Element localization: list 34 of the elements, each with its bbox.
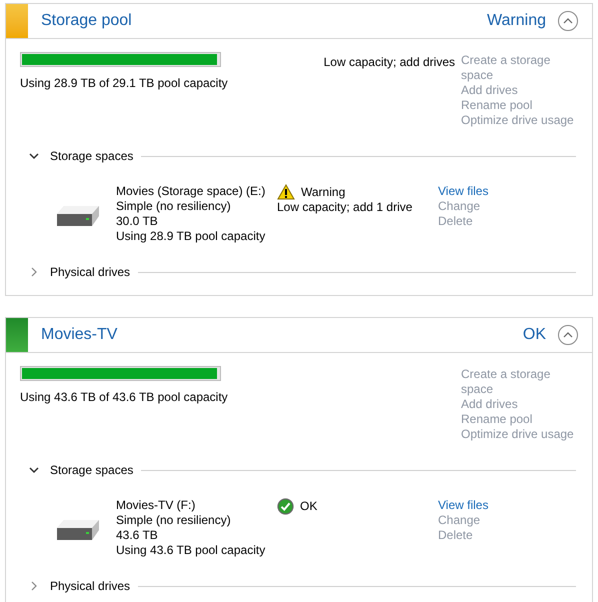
collapse-button[interactable]	[558, 325, 578, 345]
space-type: Simple (no resiliency)	[116, 513, 232, 528]
pool-title: Movies-TV	[41, 325, 118, 345]
space-type: Simple (no resiliency)	[116, 199, 232, 214]
space-name: Movies (Storage space) (E:)	[116, 184, 266, 199]
action-link[interactable]: View files	[438, 184, 488, 199]
section-heading: Physical drives	[50, 264, 130, 281]
capacity-text: Using 43.6 TB of 43.6 TB pool capacity	[20, 389, 228, 406]
action-link[interactable]: View files	[438, 498, 488, 513]
space-size: 43.6 TB	[116, 528, 159, 543]
section-heading: Physical drives	[50, 578, 130, 595]
section-heading: Storage spaces	[50, 462, 134, 479]
space-size: 30.0 TB	[116, 214, 159, 229]
space-status: OK	[300, 499, 318, 514]
space-status: Warning	[301, 184, 346, 200]
status-stripe	[6, 4, 28, 38]
drive-icon	[56, 518, 100, 542]
pool-status: Warning	[487, 11, 546, 31]
warning-icon	[277, 184, 295, 200]
status-detail: Low capacity; add 1 drive	[277, 200, 414, 215]
collapse-button[interactable]	[558, 11, 578, 31]
chevron-up-icon	[563, 18, 573, 24]
space-name: Movies-TV (F:)	[116, 498, 196, 513]
check-icon	[277, 498, 294, 515]
space-usage: Using 43.6 TB pool capacity	[116, 543, 266, 558]
pool-title: Storage pool	[41, 11, 132, 31]
chevron-up-icon	[563, 332, 573, 338]
section-heading: Storage spaces	[50, 148, 134, 165]
pool-notice: Low capacity; add drives	[324, 54, 455, 71]
pool-status: OK	[522, 325, 546, 345]
status-stripe	[6, 318, 28, 352]
space-usage: Using 28.9 TB pool capacity	[116, 229, 266, 244]
drive-icon	[56, 204, 100, 228]
capacity-text: Using 28.9 TB of 29.1 TB pool capacity	[20, 75, 228, 92]
